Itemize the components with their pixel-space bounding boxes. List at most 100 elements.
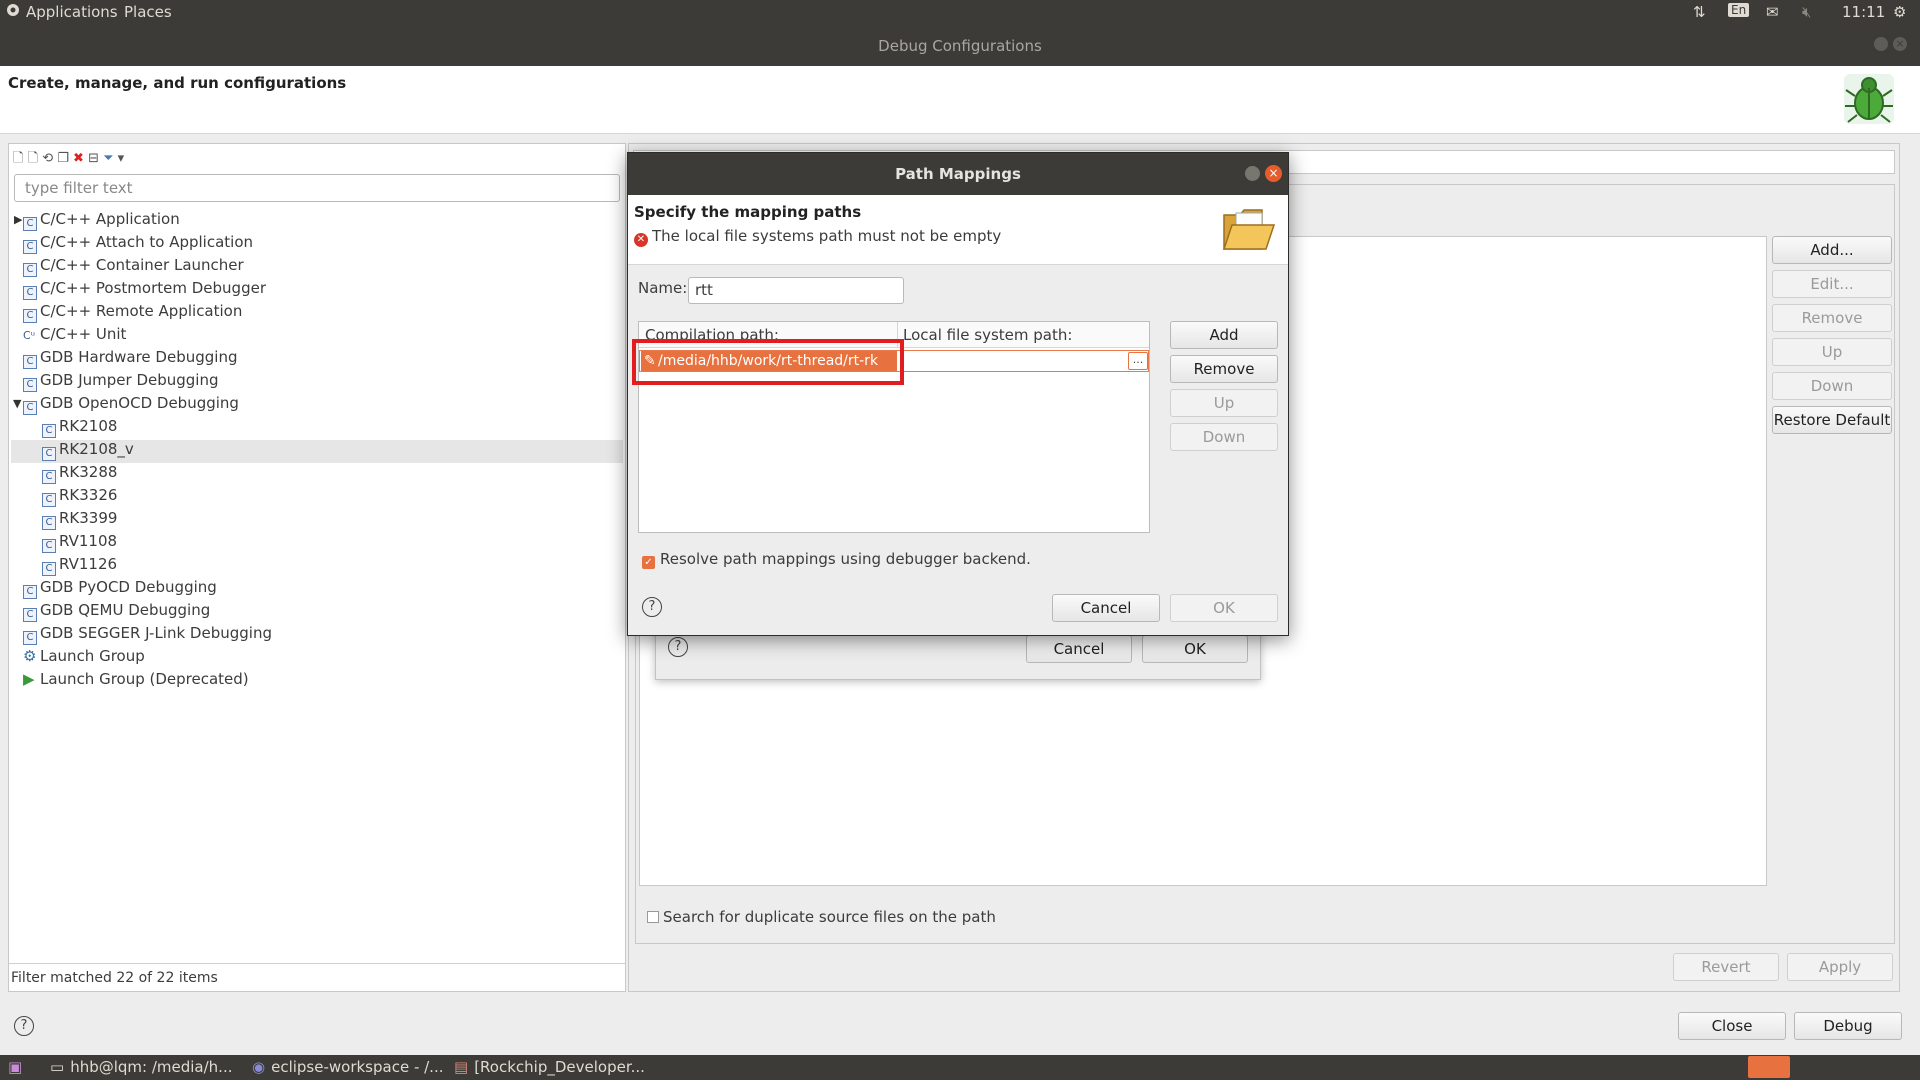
tree-item-cpp-unit[interactable]: Cᵘ C/C++ Unit — [23, 325, 126, 348]
tree-item-rk3288[interactable]: C RK3288 — [42, 463, 117, 486]
config-type-icon: C — [23, 309, 37, 323]
settings-gear-icon[interactable]: ⚙ — [1893, 3, 1906, 21]
tree-item-gdb-hardware[interactable]: C GDB Hardware Debugging — [23, 348, 237, 371]
maximize-icon[interactable] — [1874, 37, 1888, 51]
tree-item-gdb-jumper[interactable]: C GDB Jumper Debugging — [23, 371, 219, 394]
clock[interactable]: 11:11 — [1842, 3, 1885, 21]
restore-default-button[interactable]: Restore Default — [1772, 406, 1892, 434]
config-type-icon: C — [23, 286, 37, 300]
browse-button[interactable]: ... — [1128, 352, 1148, 370]
new-prototype-icon[interactable]: 🗋 — [28, 151, 38, 166]
tree-item-launch-group-deprecated[interactable]: ▶ Launch Group (Deprecated) — [23, 670, 249, 693]
collapse-arrow-icon[interactable]: ▼ — [13, 397, 21, 410]
filter-input[interactable]: type filter text — [14, 174, 620, 202]
config-icon: C — [42, 424, 56, 438]
edit-source-button[interactable]: Edit... — [1772, 270, 1892, 298]
background-ok-button[interactable]: OK — [1142, 635, 1248, 663]
tree-item-rk2108[interactable]: C RK2108 — [42, 417, 117, 440]
network-icon[interactable]: ⇅ — [1693, 3, 1706, 21]
taskbar-item-eclipse[interactable]: ◉ eclipse-workspace - /... — [252, 1058, 444, 1076]
tree-item-rv1126[interactable]: C RV1126 — [42, 555, 117, 578]
config-type-icon: C — [23, 217, 37, 231]
remove-source-button[interactable]: Remove — [1772, 304, 1892, 332]
dialog-help-icon[interactable]: ? — [642, 597, 662, 617]
column-local-path[interactable]: Local file system path: — [903, 326, 1072, 344]
close-button[interactable]: Close — [1678, 1012, 1786, 1040]
collapse-all-icon[interactable]: ⊟ — [88, 151, 99, 166]
dialog-error-message: ✕ The local file systems path must not be… — [634, 227, 1001, 247]
help-icon[interactable]: ? — [668, 637, 688, 657]
apply-button[interactable]: Apply — [1787, 953, 1893, 981]
terminal-icon: ▭ — [50, 1058, 65, 1076]
debug-bug-icon — [1838, 68, 1900, 134]
path-mappings-title: Path Mappings — [628, 153, 1288, 195]
new-config-icon[interactable]: 🗋 — [13, 151, 23, 166]
tree-item-gdb-pyocd[interactable]: C GDB PyOCD Debugging — [23, 578, 217, 601]
tree-item-gdb-openocd[interactable]: C GDB OpenOCD Debugging — [23, 394, 239, 417]
view-menu-icon[interactable]: ▾ — [118, 151, 125, 166]
tree-item-launch-group[interactable]: ⚙ Launch Group — [23, 647, 145, 670]
status-divider — [9, 963, 625, 964]
close-icon[interactable]: × — [1893, 37, 1907, 51]
show-desktop-icon[interactable]: ▣ — [8, 1058, 22, 1076]
mapping-name-input[interactable]: rtt — [688, 277, 904, 304]
tree-item-cpp-application[interactable]: C C/C++ Application — [23, 210, 180, 233]
dialog-maximize-icon[interactable] — [1245, 166, 1260, 181]
filter-icon[interactable]: ⏷ — [103, 151, 113, 166]
mapping-down-button[interactable]: Down — [1170, 423, 1278, 451]
config-type-icon: C — [23, 631, 37, 645]
highlight-box — [632, 339, 904, 385]
search-duplicates-option[interactable]: Search for duplicate source files on the… — [647, 908, 996, 926]
delete-icon[interactable]: ✖ — [73, 151, 84, 166]
resolve-mappings-option[interactable]: ✓ Resolve path mappings using debugger ba… — [642, 550, 1031, 569]
tree-item-cpp-attach[interactable]: C C/C++ Attach to Application — [23, 233, 253, 256]
config-icon: C — [42, 562, 56, 576]
tree-item-cpp-postmortem[interactable]: C C/C++ Postmortem Debugger — [23, 279, 266, 302]
configuration-tree-panel: 🗋 🗋 ⟲ ❐ ✖ ⊟ ⏷ ▾ type filter text ▶ C C/C+… — [8, 143, 626, 992]
export-icon[interactable]: ⟲ — [42, 151, 53, 166]
tree-item-rk3326[interactable]: C RK3326 — [42, 486, 117, 509]
search-duplicates-checkbox[interactable] — [647, 911, 659, 923]
mapping-add-button[interactable]: Add — [1170, 321, 1278, 349]
places-menu[interactable]: Places — [124, 3, 172, 21]
taskbar-item-document[interactable]: ▤ [Rockchip_Developer... — [454, 1058, 645, 1076]
add-source-button[interactable]: Add... — [1772, 236, 1892, 264]
mapping-cancel-button[interactable]: Cancel — [1052, 594, 1160, 622]
unit-test-icon: Cᵘ — [23, 329, 36, 342]
volume-muted-icon[interactable]: 🔇︎ — [1802, 3, 1811, 21]
tree-item-cpp-remote[interactable]: C C/C++ Remote Application — [23, 302, 242, 325]
mapping-ok-button[interactable]: OK — [1170, 594, 1278, 622]
config-type-icon: C — [23, 378, 37, 392]
tree-item-rv1108[interactable]: C RV1108 — [42, 532, 117, 555]
mapping-up-button[interactable]: Up — [1170, 389, 1278, 417]
workspace-switcher[interactable] — [1748, 1056, 1790, 1078]
tree-item-gdb-qemu[interactable]: C GDB QEMU Debugging — [23, 601, 210, 624]
tree-item-cpp-container[interactable]: C C/C++ Container Launcher — [23, 256, 244, 279]
tree-item-gdb-segger[interactable]: C GDB SEGGER J-Link Debugging — [23, 624, 272, 647]
keyboard-layout[interactable]: En — [1728, 3, 1750, 17]
main-help-icon[interactable]: ? — [14, 1016, 34, 1036]
resolve-mappings-checkbox[interactable]: ✓ — [642, 556, 655, 569]
revert-button[interactable]: Revert — [1673, 953, 1779, 981]
config-icon: C — [42, 516, 56, 530]
config-type-icon: C — [23, 355, 37, 369]
expand-arrow-icon[interactable]: ▶ — [14, 213, 22, 226]
name-label: Name: — [638, 279, 688, 297]
config-type-icon: C — [23, 401, 37, 415]
background-cancel-button[interactable]: Cancel — [1026, 635, 1132, 663]
up-source-button[interactable]: Up — [1772, 338, 1892, 366]
dialog-heading: Specify the mapping paths — [634, 203, 862, 221]
dialog-close-icon[interactable]: × — [1265, 165, 1282, 182]
eclipse-icon: ◉ — [252, 1058, 266, 1076]
mapping-remove-button[interactable]: Remove — [1170, 355, 1278, 383]
duplicate-icon[interactable]: ❐ — [57, 151, 69, 166]
tree-item-rk2108-v[interactable]: C RK2108_v — [11, 440, 623, 463]
window-title: Debug Configurations — [878, 37, 1042, 55]
down-source-button[interactable]: Down — [1772, 372, 1892, 400]
taskbar-item-terminal[interactable]: ▭ hhb@lqm: /media/h... — [50, 1058, 233, 1076]
system-top-bar: Applications Places ⇅ En ✉ 🔇︎ 11:11 ⚙ — [0, 0, 1920, 26]
tree-item-rk3399[interactable]: C RK3399 — [42, 509, 117, 532]
applications-menu[interactable]: Applications — [26, 3, 118, 21]
mail-icon[interactable]: ✉ — [1766, 3, 1779, 21]
debug-button[interactable]: Debug — [1794, 1012, 1902, 1040]
